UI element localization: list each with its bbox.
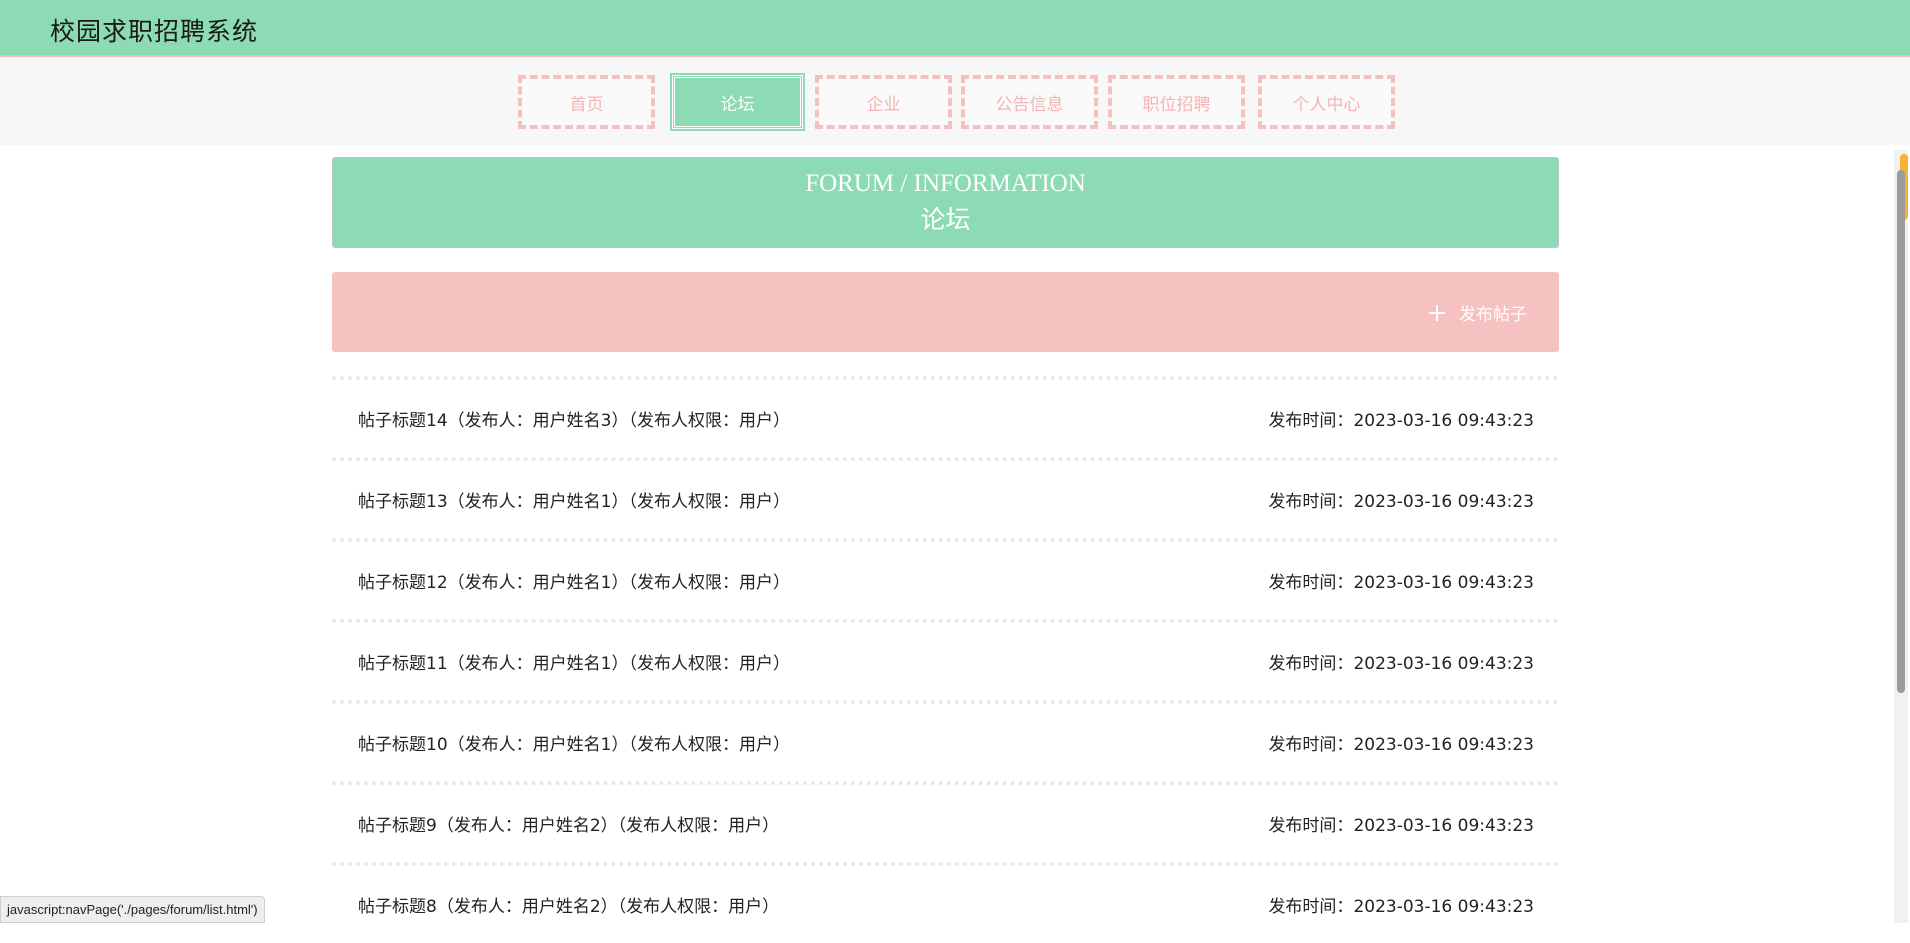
page-banner: FORUM / INFORMATION 论坛 <box>332 157 1559 248</box>
post-time-label: 发布时间： <box>1268 411 1354 431</box>
post-title: 帖子标题12（发布人：用户姓名1）（发布人权限：用户） <box>358 573 790 593</box>
post-item[interactable]: 帖子标题8（发布人：用户姓名2）（发布人权限：用户） 发布时间：2023-03-… <box>332 862 1559 943</box>
add-post-button[interactable]: 发布帖子 <box>1429 300 1527 325</box>
action-bar: 发布帖子 <box>332 272 1559 352</box>
post-time-wrap: 发布时间：2023-03-16 09:43:23 <box>1268 892 1534 917</box>
post-time: 2023-03-16 09:43:23 <box>1353 735 1534 755</box>
post-time-wrap: 发布时间：2023-03-16 09:43:23 <box>1268 730 1534 755</box>
plus-icon <box>1429 304 1445 321</box>
nav-job-postings[interactable]: 职位招聘 <box>1108 75 1245 129</box>
add-post-label: 发布帖子 <box>1459 305 1527 325</box>
post-time: 2023-03-16 09:43:23 <box>1353 411 1534 431</box>
post-title: 帖子标题11（发布人：用户姓名1）（发布人权限：用户） <box>358 654 790 674</box>
status-bar-url: javascript:navPage('./pages/forum/list.h… <box>0 896 265 923</box>
nav-personal-center[interactable]: 个人中心 <box>1258 75 1395 129</box>
post-time-wrap: 发布时间：2023-03-16 09:43:23 <box>1268 811 1534 836</box>
post-title: 帖子标题13（发布人：用户姓名1）（发布人权限：用户） <box>358 492 790 512</box>
post-time: 2023-03-16 09:43:23 <box>1353 897 1534 917</box>
post-time-label: 发布时间： <box>1268 573 1354 593</box>
post-time-label: 发布时间： <box>1268 654 1354 674</box>
post-time-wrap: 发布时间：2023-03-16 09:43:23 <box>1268 487 1534 512</box>
banner-title-cn: 论坛 <box>920 207 971 234</box>
post-time-wrap: 发布时间：2023-03-16 09:43:23 <box>1268 406 1534 431</box>
nav-forum[interactable]: 论坛 <box>670 73 805 131</box>
nav-enterprise[interactable]: 企业 <box>815 75 952 129</box>
post-item[interactable]: 帖子标题14（发布人：用户姓名3）（发布人权限：用户） 发布时间：2023-03… <box>332 376 1559 457</box>
post-item[interactable]: 帖子标题13（发布人：用户姓名1）（发布人权限：用户） 发布时间：2023-03… <box>332 457 1559 538</box>
post-list: 帖子标题14（发布人：用户姓名3）（发布人权限：用户） 发布时间：2023-03… <box>332 376 1559 943</box>
post-time: 2023-03-16 09:43:23 <box>1353 816 1534 836</box>
post-time: 2023-03-16 09:43:23 <box>1353 492 1534 512</box>
post-time: 2023-03-16 09:43:23 <box>1353 654 1534 674</box>
vertical-scrollbar[interactable] <box>1894 150 1908 923</box>
top-header: 校园求职招聘系统 <box>0 0 1910 57</box>
post-item[interactable]: 帖子标题9（发布人：用户姓名2）（发布人权限：用户） 发布时间：2023-03-… <box>332 781 1559 862</box>
post-title: 帖子标题10（发布人：用户姓名1）（发布人权限：用户） <box>358 735 790 755</box>
nav-announcements[interactable]: 公告信息 <box>961 75 1098 129</box>
post-item[interactable]: 帖子标题10（发布人：用户姓名1）（发布人权限：用户） 发布时间：2023-03… <box>332 700 1559 781</box>
post-time-label: 发布时间： <box>1268 816 1354 836</box>
post-time-label: 发布时间： <box>1268 735 1354 755</box>
site-title: 校园求职招聘系统 <box>50 17 259 46</box>
post-item[interactable]: 帖子标题11（发布人：用户姓名1）（发布人权限：用户） 发布时间：2023-03… <box>332 619 1559 700</box>
main-nav: 首页 论坛 企业 公告信息 职位招聘 个人中心 <box>0 57 1910 145</box>
post-time-label: 发布时间： <box>1268 492 1354 512</box>
nav-home[interactable]: 首页 <box>518 75 655 129</box>
post-title: 帖子标题8（发布人：用户姓名2）（发布人权限：用户） <box>358 897 780 917</box>
scroll-thumb[interactable] <box>1897 170 1905 693</box>
post-item[interactable]: 帖子标题12（发布人：用户姓名1）（发布人权限：用户） 发布时间：2023-03… <box>332 538 1559 619</box>
post-time: 2023-03-16 09:43:23 <box>1353 573 1534 593</box>
post-time-wrap: 发布时间：2023-03-16 09:43:23 <box>1268 649 1534 674</box>
banner-title-en: FORUM / INFORMATION <box>805 170 1086 197</box>
post-title: 帖子标题9（发布人：用户姓名2）（发布人权限：用户） <box>358 816 780 836</box>
post-time-label: 发布时间： <box>1268 897 1354 917</box>
post-title: 帖子标题14（发布人：用户姓名3）（发布人权限：用户） <box>358 411 790 431</box>
post-time-wrap: 发布时间：2023-03-16 09:43:23 <box>1268 568 1534 593</box>
